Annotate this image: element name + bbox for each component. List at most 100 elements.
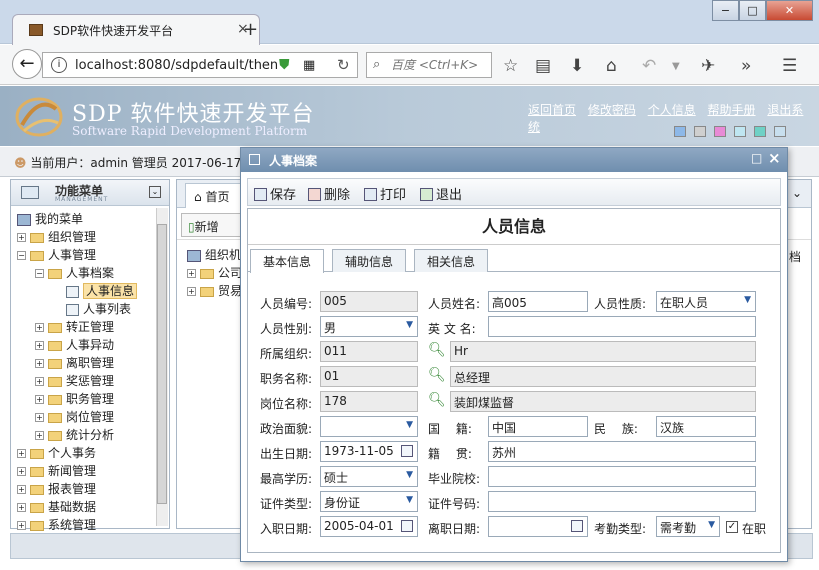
theme-swatch-1[interactable]: [674, 126, 686, 137]
job-code-field[interactable]: 01: [320, 366, 418, 387]
sidebar-item[interactable]: + 职务管理: [35, 390, 114, 408]
dropdown-arrow-icon[interactable]: ▼: [672, 61, 680, 72]
calendar-icon[interactable]: [401, 445, 413, 457]
leave-date-field[interactable]: [488, 516, 588, 537]
post-name-field[interactable]: 装卸煤监督: [450, 391, 756, 412]
post-code-field[interactable]: 178: [320, 391, 418, 412]
emp-name-field[interactable]: 高005: [488, 291, 588, 312]
extension-icon[interactable]: ✈: [701, 56, 715, 76]
sidebar-item[interactable]: + 个人事务: [17, 444, 96, 462]
job-lookup-icon[interactable]: 🔍︎: [428, 367, 446, 383]
link-profile[interactable]: 个人信息: [648, 103, 696, 117]
expand-icon[interactable]: +: [35, 431, 44, 440]
shield-icon[interactable]: ⛊: [279, 57, 290, 73]
dialog-close-icon[interactable]: ×: [768, 149, 781, 167]
sidebar-item[interactable]: + 转正管理: [35, 318, 114, 336]
search-box[interactable]: ⌕: [366, 52, 492, 78]
sidebar-scroll-thumb[interactable]: [157, 224, 167, 504]
id-type-select[interactable]: 身份证 ▼: [320, 491, 418, 512]
theme-swatch-6[interactable]: [774, 126, 786, 137]
emp-nature-select[interactable]: 在职人员 ▼: [656, 291, 756, 312]
window-minimize-button[interactable]: −: [712, 0, 739, 21]
dialog-maximize-icon[interactable]: □: [751, 151, 762, 165]
expand-icon[interactable]: +: [35, 359, 44, 368]
window-maximize-button[interactable]: □: [739, 0, 766, 21]
collapse-icon[interactable]: ⌄: [149, 186, 161, 198]
download-icon[interactable]: ⬇: [570, 56, 584, 76]
menu-hamburger-icon[interactable]: ☰: [782, 56, 797, 76]
theme-swatch-4[interactable]: [734, 126, 746, 137]
save-button[interactable]: 保存: [254, 184, 296, 203]
undo-icon[interactable]: ↶: [642, 56, 656, 76]
print-button[interactable]: 打印: [364, 184, 406, 203]
dialog-titlebar[interactable]: 人事档案 □ ×: [241, 148, 787, 172]
add-button[interactable]: ▯新增: [181, 213, 241, 237]
school-field[interactable]: [488, 466, 756, 487]
expand-icon[interactable]: +: [17, 467, 26, 476]
expand-icon[interactable]: +: [35, 377, 44, 386]
birth-date-field[interactable]: 1973-11-05: [320, 441, 418, 462]
calendar-icon[interactable]: [571, 520, 583, 532]
post-lookup-icon[interactable]: 🔍︎: [428, 392, 446, 408]
collapse-icon[interactable]: −: [35, 269, 44, 278]
political-select[interactable]: ▼: [320, 416, 418, 437]
browser-tab[interactable]: SDP软件快速开发平台 ×: [12, 14, 260, 45]
collapse-icon[interactable]: −: [17, 251, 26, 260]
sidebar-item[interactable]: + 系统管理: [17, 516, 96, 534]
nationality-field[interactable]: 中国: [488, 416, 588, 437]
ethnic-field[interactable]: 汉族: [656, 416, 756, 437]
reading-list-icon[interactable]: ▤: [535, 56, 551, 76]
org-lookup-icon[interactable]: 🔍︎: [428, 342, 446, 358]
new-tab-button[interactable]: +: [243, 19, 258, 40]
job-name-field[interactable]: 总经理: [450, 366, 756, 387]
url-bar[interactable]: i localhost:8080/sdpdefault/then ⛊ ▦ ↻: [42, 52, 358, 78]
expand-icon[interactable]: +: [35, 413, 44, 422]
sidebar-item[interactable]: 人事列表: [53, 300, 131, 318]
sidebar-item[interactable]: + 组织管理: [17, 228, 96, 246]
expand-icon[interactable]: +: [187, 269, 196, 278]
tab-basic-info[interactable]: 基本信息: [250, 249, 325, 273]
overflow-chevron-icon[interactable]: »: [741, 56, 751, 76]
qr-code-icon[interactable]: ▦: [303, 58, 315, 73]
exit-button[interactable]: 退出: [420, 184, 462, 203]
gender-select[interactable]: 男 ▼: [320, 316, 418, 337]
org-tree-root[interactable]: 组织机: [187, 246, 241, 264]
tab-related-info[interactable]: 相关信息: [414, 249, 489, 272]
bookmark-star-icon[interactable]: ☆: [503, 56, 518, 76]
native-field[interactable]: 苏州: [488, 441, 756, 462]
org-code-field[interactable]: 011: [320, 341, 418, 362]
sidebar-item[interactable]: − 人事管理: [17, 246, 96, 264]
sidebar-item[interactable]: 我的菜单: [17, 210, 83, 228]
theme-swatch-5[interactable]: [754, 126, 766, 137]
sidebar-item[interactable]: + 基础数据: [17, 498, 96, 516]
attendance-select[interactable]: 需考勤 ▼: [656, 516, 720, 537]
sidebar-item[interactable]: 人事信息: [53, 282, 138, 300]
sidebar-item[interactable]: + 报表管理: [17, 480, 96, 498]
expand-icon[interactable]: +: [17, 503, 26, 512]
expand-icon[interactable]: +: [17, 485, 26, 494]
window-close-button[interactable]: ✕: [766, 0, 813, 21]
calendar-icon[interactable]: [401, 520, 413, 532]
reload-icon[interactable]: ↻: [337, 56, 350, 74]
sidebar-item[interactable]: + 新闻管理: [17, 462, 96, 480]
sidebar-item[interactable]: + 人事异动: [35, 336, 114, 354]
expand-icon[interactable]: +: [17, 521, 26, 530]
theme-swatch-2[interactable]: [694, 126, 706, 137]
hire-date-field[interactable]: 2005-04-01: [320, 516, 418, 537]
tab-home[interactable]: ⌂ 首页: [185, 183, 247, 208]
org-tree-company[interactable]: + 公司: [187, 264, 242, 282]
expand-icon[interactable]: +: [17, 449, 26, 458]
expand-icon[interactable]: +: [35, 341, 44, 350]
education-select[interactable]: 硕士 ▼: [320, 466, 418, 487]
id-no-field[interactable]: [488, 491, 756, 512]
on-job-checkbox[interactable]: ✓: [726, 521, 738, 533]
expand-icon[interactable]: +: [187, 287, 196, 296]
org-tree-trade[interactable]: + 贸易: [187, 282, 242, 300]
english-name-field[interactable]: [488, 316, 756, 337]
link-home[interactable]: 返回首页: [528, 103, 576, 117]
home-icon[interactable]: ⌂: [606, 56, 617, 76]
search-input[interactable]: [391, 56, 489, 74]
tab-aux-info[interactable]: 辅助信息: [332, 249, 407, 272]
link-change-password[interactable]: 修改密码: [588, 103, 636, 117]
expand-icon[interactable]: +: [35, 395, 44, 404]
